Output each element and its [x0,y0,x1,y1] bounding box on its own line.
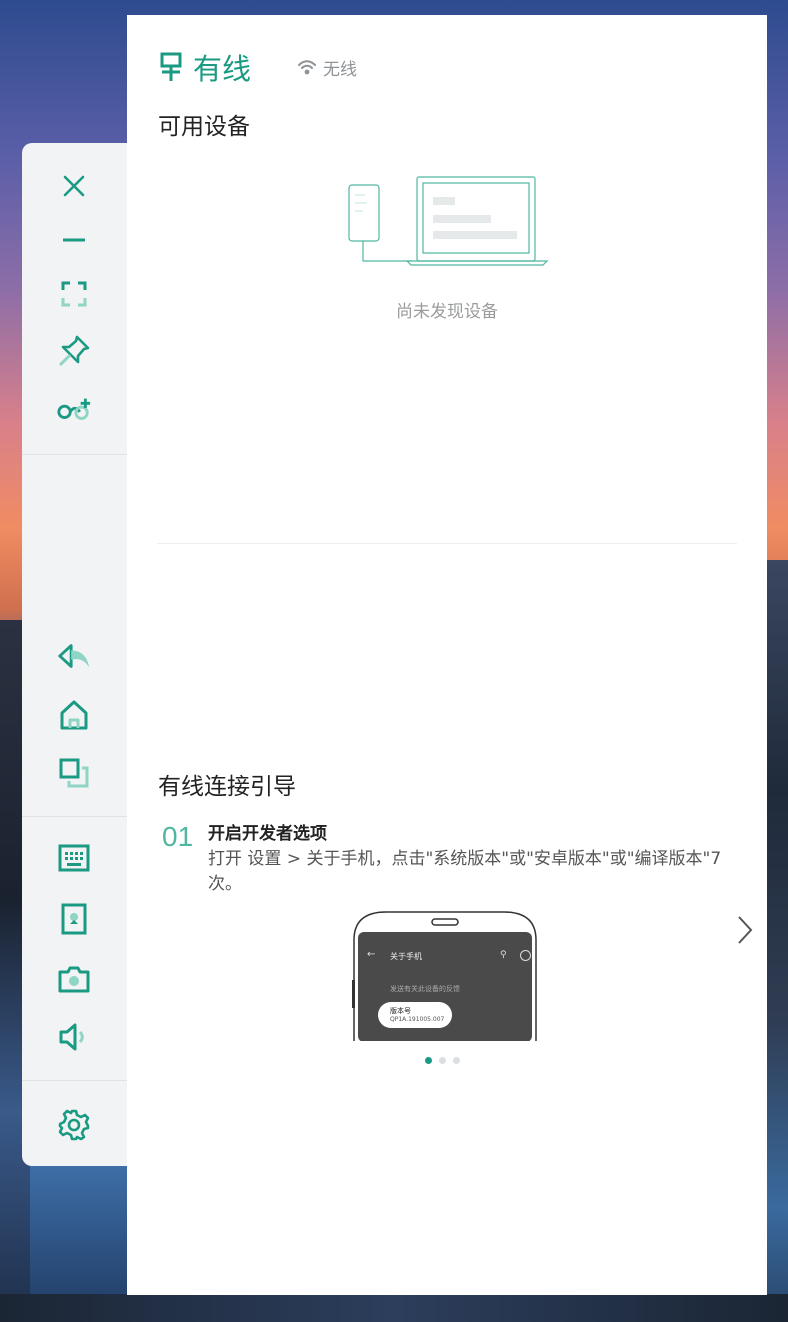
back-icon [58,644,90,668]
wallpaper-right [766,560,788,1322]
wired-guide-title: 有线连接引导 [158,774,296,800]
tab-wired[interactable]: 有线 [159,49,252,86]
phone-illustration: 关于手机 ← ⚲ 发送有关此设备的反馈 版本号 QP1A.191005.007 [352,910,538,1041]
empty-state-text: 尚未发现设备 [396,302,498,322]
fullscreen-icon [61,281,87,307]
pin-icon [58,335,90,367]
volume-icon [59,1023,84,1051]
phone-search-icon: ⚲ [500,950,507,960]
recent-apps-button[interactable] [56,755,92,791]
step-description: 打开 设置 > 关于手机，点击"系统版本"或"安卓版本"或"编译版本"7次。 [208,849,722,894]
side-toolbar [22,143,128,1166]
settings-icon [58,1109,90,1141]
wifi-icon [298,60,316,75]
keyboard-icon [58,844,90,872]
back-button[interactable] [56,638,92,674]
volume-button[interactable] [56,1019,92,1055]
minimize-icon [63,238,85,242]
phone-subtitle: 发送有关此设备的反馈 [390,985,460,993]
next-arrow-icon[interactable] [733,915,757,945]
available-devices-title: 可用设备 [158,114,250,140]
carousel-dot-3[interactable] [453,1057,460,1064]
no-device-illustration [348,176,549,266]
version-number-value: QP1A.191005.007 [390,1016,445,1023]
section-divider [157,543,737,544]
carousel-dots [425,1057,460,1064]
tab-wireless[interactable]: 无线 [297,55,357,80]
link-add-button[interactable] [56,391,92,427]
tab-wired-label: 有线 [193,52,252,86]
fullscreen-button[interactable] [56,276,92,312]
minimize-button[interactable] [56,222,92,258]
pin-button[interactable] [56,333,92,369]
screenshot-icon [61,903,87,935]
step-title: 开启开发者选项 [208,824,327,844]
keyboard-button[interactable] [56,840,92,876]
camera-button[interactable] [56,961,92,997]
toolbar-divider [22,454,128,455]
phone-header: 关于手机 [390,952,422,961]
settings-button[interactable] [56,1107,92,1143]
home-button[interactable] [56,697,92,733]
step-number: 01 [162,821,194,852]
phone-back-icon: ← [367,949,376,960]
wallpaper-bottom [0,1294,788,1322]
camera-icon [58,966,90,993]
recent-apps-icon [59,758,89,788]
close-button[interactable] [56,168,92,204]
carousel-dot-2[interactable] [439,1057,446,1064]
wired-plug-icon [160,52,182,81]
home-icon [60,700,88,730]
close-icon [63,175,85,197]
connection-panel: 有线 无线 可用设备 尚未发现设备 有线连接引导 01 开启开发者选项 打开 设… [127,15,767,1295]
phone-help-icon [520,950,531,961]
toolbar-divider [22,816,128,817]
version-number-label: 版本号 [390,1007,411,1015]
carousel-dot-1[interactable] [425,1057,432,1064]
tab-wireless-label: 无线 [323,59,357,80]
toolbar-divider [22,1080,128,1081]
screenshot-button[interactable] [56,901,92,937]
link-add-icon [57,398,91,420]
